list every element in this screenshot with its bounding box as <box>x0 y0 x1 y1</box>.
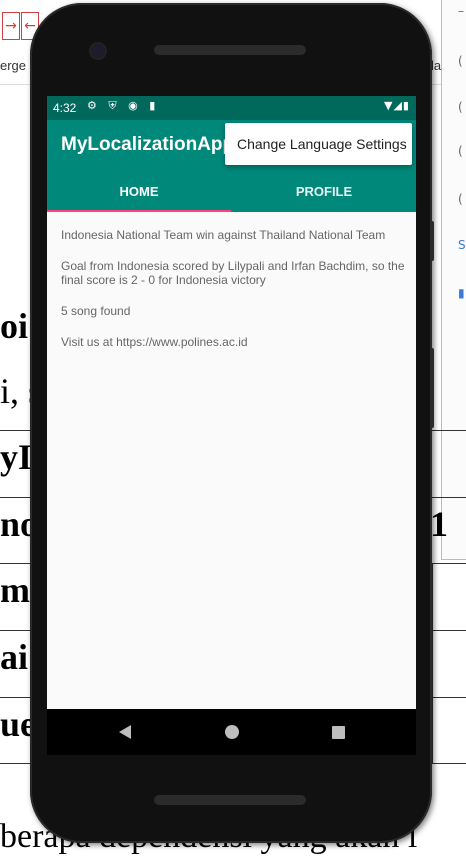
tab-bar: HOME PROFILE <box>47 172 416 212</box>
tab-profile[interactable]: PROFILE <box>232 172 416 212</box>
song-count: 5 song found <box>61 304 131 318</box>
background-text-fragment: ai <box>0 637 29 677</box>
home-content: Indonesia National Team win against Thai… <box>61 228 406 366</box>
website-link[interactable]: Visit us at https://www.polines.ac.id <box>61 335 406 349</box>
recent-apps-icon[interactable] <box>332 726 345 739</box>
toolbar-fragment-left: erge <box>0 58 27 73</box>
table-border <box>432 563 433 763</box>
news-detail: Goal from Indonesia scored by Lilypali a… <box>61 259 405 287</box>
volume-button <box>430 348 434 428</box>
home-icon[interactable] <box>225 725 239 739</box>
background-text-fragment: oi <box>0 306 29 346</box>
status-bar: 4:32 ⚙ ⛨ ◉ ▮ ▼◢▮ <box>47 96 416 120</box>
notification-icons: ⚙ ⛨ ◉ ▮ <box>87 99 160 112</box>
toolbar-fragment-right: la <box>431 58 442 73</box>
background-text-fragment: yI <box>0 437 33 477</box>
app-title: MyLocalizationApp <box>61 134 235 155</box>
navigation-bar <box>47 709 416 755</box>
news-headline: Indonesia National Team win against Thai… <box>61 228 386 242</box>
back-icon[interactable] <box>119 725 131 739</box>
tab-home[interactable]: HOME <box>47 172 231 212</box>
status-time: 4:32 <box>53 101 77 115</box>
background-text-fragment: 1 <box>430 504 448 544</box>
tab-indicator <box>47 210 231 212</box>
power-button <box>430 221 434 261</box>
bottom-speaker <box>154 795 306 805</box>
background-side-panel: – ( ( ( ( S ▮ <box>441 0 466 560</box>
arrow-right-icon: → <box>2 12 20 40</box>
tab-home-label: HOME <box>119 184 159 199</box>
signal-battery-icons: ▼◢▮ <box>384 99 410 112</box>
menu-item-change-language[interactable]: Change Language Settings <box>225 123 412 165</box>
phone-screen: 4:32 ⚙ ⛨ ◉ ▮ ▼◢▮ MyLocalizationApp Chang… <box>47 96 416 709</box>
top-speaker <box>154 45 306 55</box>
phone-frame: 4:32 ⚙ ⛨ ◉ ▮ ▼◢▮ MyLocalizationApp Chang… <box>30 3 434 843</box>
front-camera-icon <box>91 44 105 58</box>
tab-profile-label: PROFILE <box>295 184 353 199</box>
